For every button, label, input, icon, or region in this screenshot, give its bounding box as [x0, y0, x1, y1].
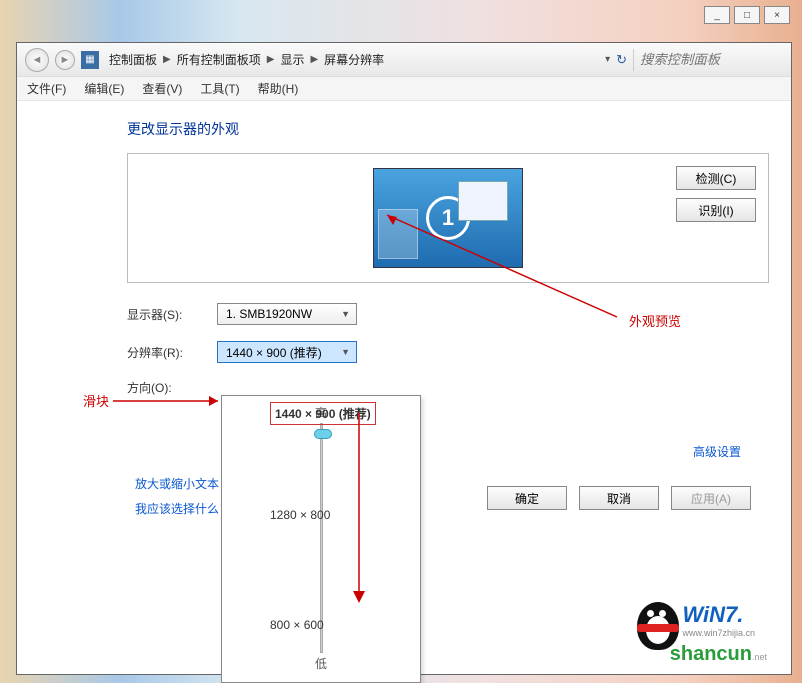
cancel-button[interactable]: 取消: [579, 486, 659, 510]
mini-window-icon: [458, 181, 508, 221]
display-label: 显示器(S):: [127, 306, 197, 323]
minimize-button[interactable]: _: [704, 6, 730, 24]
display-select[interactable]: 1. SMB1920NW ▼: [217, 303, 357, 325]
zoom-text-link[interactable]: 放大或缩小文本: [135, 475, 219, 492]
menu-view[interactable]: 查看(V): [142, 80, 182, 97]
menu-tools[interactable]: 工具(T): [200, 80, 239, 97]
menu-bar: 文件(F) 编辑(E) 查看(V) 工具(T) 帮助(H): [17, 77, 791, 101]
search-input[interactable]: [633, 49, 783, 71]
chevron-down-icon: ▼: [341, 309, 350, 319]
ok-button[interactable]: 确定: [487, 486, 567, 510]
crumb-item[interactable]: 屏幕分辨率: [324, 51, 384, 68]
crumb-item[interactable]: 所有控制面板项: [177, 51, 261, 68]
chevron-right-icon: ▶: [163, 54, 171, 65]
display-preview-box: 1 检测(C) 识别(I): [127, 153, 769, 283]
nav-back-button[interactable]: ◄: [25, 48, 49, 72]
resolution-option-800[interactable]: 800 × 600: [270, 618, 324, 632]
watermark-win7: WiN7. www.win7zhijia.cn: [682, 602, 755, 638]
control-panel-window: ◄ ► ▦ 控制面板 ▶ 所有控制面板项 ▶ 显示 ▶ 屏幕分辨率 ▾ ↻ 文件(F)…: [16, 42, 792, 675]
apply-button[interactable]: 应用(A): [671, 486, 751, 510]
nav-bar: ◄ ► ▦ 控制面板 ▶ 所有控制面板项 ▶ 显示 ▶ 屏幕分辨率 ▾ ↻: [17, 43, 791, 77]
control-panel-icon: ▦: [81, 51, 99, 69]
crumb-item[interactable]: 控制面板: [109, 51, 157, 68]
chevron-right-icon: ▶: [267, 54, 275, 65]
resolution-slider-popup[interactable]: 高 1440 × 900 (推荐) 1280 × 800 800 × 600 低: [221, 395, 421, 683]
refresh-icon[interactable]: ↻: [616, 52, 627, 68]
detect-button[interactable]: 检测(C): [676, 166, 756, 190]
chevron-right-icon: ▶: [310, 54, 318, 65]
identify-button[interactable]: 识别(I): [676, 198, 756, 222]
which-choose-link[interactable]: 我应该选择什么: [135, 500, 219, 517]
resolution-option-1280[interactable]: 1280 × 800: [270, 508, 330, 522]
chevron-down-icon[interactable]: ▾: [605, 54, 610, 65]
breadcrumb[interactable]: 控制面板 ▶ 所有控制面板项 ▶ 显示 ▶ 屏幕分辨率: [109, 51, 599, 68]
crumb-item[interactable]: 显示: [280, 51, 304, 68]
dialog-actions: 确定 取消 应用(A): [487, 486, 751, 510]
mini-window-icon: [378, 209, 418, 259]
orientation-label: 方向(O):: [127, 379, 197, 396]
page-title: 更改显示器的外观: [127, 119, 769, 139]
window-controls[interactable]: _ □ ×: [704, 6, 790, 24]
resolution-label: 分辨率(R):: [127, 344, 197, 361]
close-button[interactable]: ×: [764, 6, 790, 24]
advanced-settings-link[interactable]: 高级设置: [693, 443, 741, 460]
nav-forward-button[interactable]: ►: [55, 50, 75, 70]
slider-low-label: 低: [232, 655, 410, 672]
settings-form: 显示器(S): 1. SMB1920NW ▼ 分辨率(R): 1440 × 90…: [127, 303, 769, 396]
resolution-select[interactable]: 1440 × 900 (推荐) ▼: [217, 341, 357, 363]
menu-file[interactable]: 文件(F): [27, 80, 66, 97]
display-value: 1. SMB1920NW: [226, 307, 312, 321]
resolution-option-current[interactable]: 1440 × 900 (推荐): [270, 402, 376, 425]
content-area: 更改显示器的外观 1 检测(C) 识别(I) 显示器(S): 1. SMB192…: [17, 101, 791, 406]
resolution-value: 1440 × 900 (推荐): [226, 344, 322, 361]
chevron-down-icon: ▼: [341, 347, 350, 357]
menu-edit[interactable]: 编辑(E): [84, 80, 124, 97]
maximize-button[interactable]: □: [734, 6, 760, 24]
slider-thumb[interactable]: [314, 429, 332, 439]
monitor-thumbnail[interactable]: 1: [373, 168, 523, 268]
watermark-shancun: shancun.net: [670, 643, 767, 666]
menu-help[interactable]: 帮助(H): [258, 80, 299, 97]
